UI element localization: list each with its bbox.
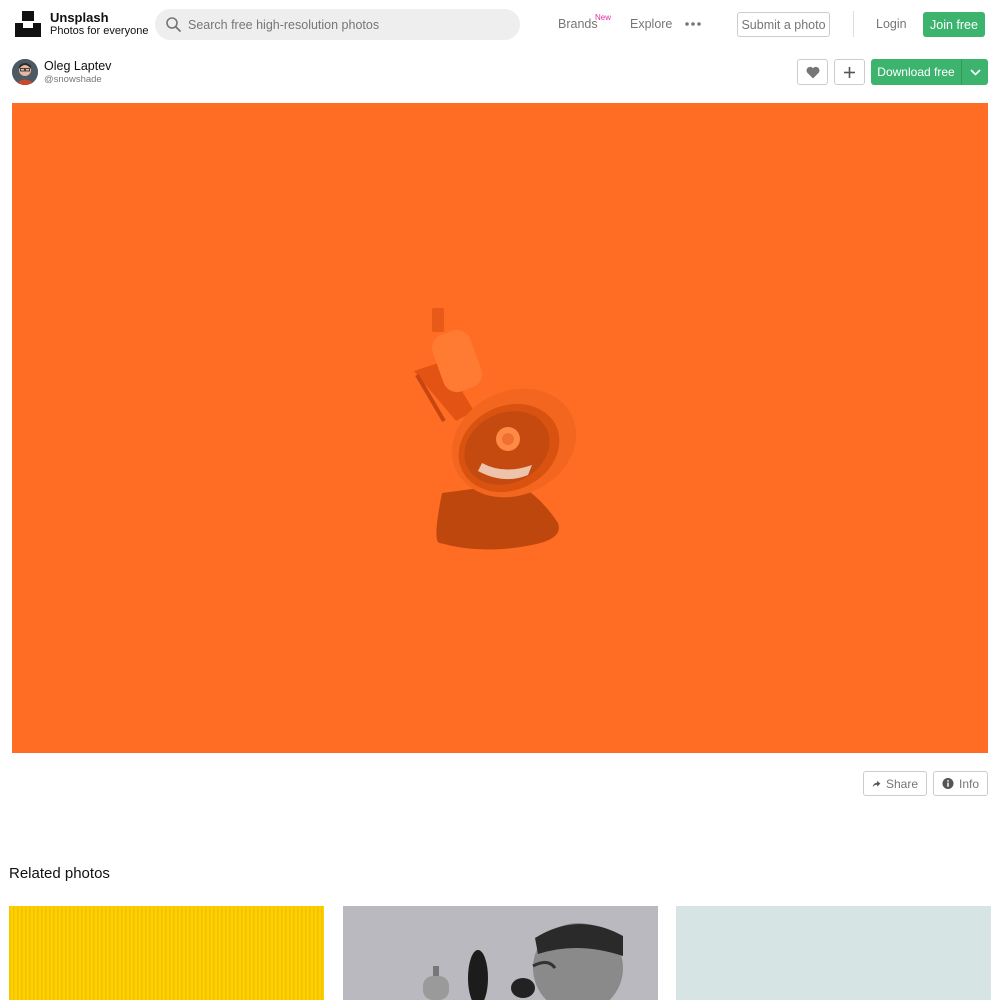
- submit-photo-button[interactable]: Submit a photo: [737, 12, 830, 37]
- heart-icon: [805, 66, 820, 78]
- nav-divider: [853, 11, 854, 37]
- brand-tagline: Photos for everyone: [50, 25, 149, 37]
- related-photo-yellow[interactable]: [9, 906, 324, 1000]
- share-label: Share: [885, 776, 918, 791]
- share-arrow-icon: [872, 780, 881, 787]
- avatar-portrait-icon: [12, 59, 38, 85]
- top-navbar: Unsplash Photos for everyone Brands New …: [0, 0, 1000, 50]
- login-link[interactable]: Login: [876, 17, 907, 31]
- download-button[interactable]: Download free: [871, 59, 961, 85]
- pale-blue-thumbnail: [676, 906, 991, 1000]
- nav-brands-link[interactable]: Brands: [558, 17, 598, 31]
- new-badge: New: [595, 13, 612, 22]
- main-photo[interactable]: [12, 103, 988, 753]
- related-photo-shouting-boy[interactable]: [343, 906, 658, 1000]
- more-horizontal-icon[interactable]: [684, 20, 702, 28]
- yellow-texture-thumbnail: [9, 906, 324, 1000]
- search-bar[interactable]: [155, 9, 520, 40]
- photographer-handle[interactable]: @snowshade: [44, 74, 102, 85]
- search-icon[interactable]: [165, 16, 182, 33]
- related-photo-pale-blue[interactable]: [676, 906, 991, 1000]
- plus-icon: [844, 66, 855, 78]
- add-to-collection-button[interactable]: [834, 59, 865, 85]
- related-photos-heading: Related photos: [9, 865, 110, 882]
- share-button[interactable]: Share: [863, 771, 927, 796]
- search-input[interactable]: [188, 9, 508, 40]
- photographer-name[interactable]: Oleg Laptev: [44, 59, 111, 73]
- shouting-boy-thumbnail: [343, 906, 658, 1000]
- info-button[interactable]: Info: [933, 771, 988, 796]
- unsplash-logo-icon[interactable]: [15, 11, 41, 37]
- info-label: Info: [958, 776, 979, 791]
- join-free-button[interactable]: Join free: [923, 12, 985, 37]
- info-icon: [942, 777, 954, 790]
- like-button[interactable]: [797, 59, 828, 85]
- photographer-avatar[interactable]: [12, 59, 38, 85]
- megaphone-photo-illustration: [12, 103, 988, 753]
- chevron-down-icon: [969, 68, 981, 76]
- download-options-button[interactable]: [961, 59, 988, 85]
- brand-name[interactable]: Unsplash: [50, 10, 109, 25]
- nav-explore-link[interactable]: Explore: [630, 17, 672, 31]
